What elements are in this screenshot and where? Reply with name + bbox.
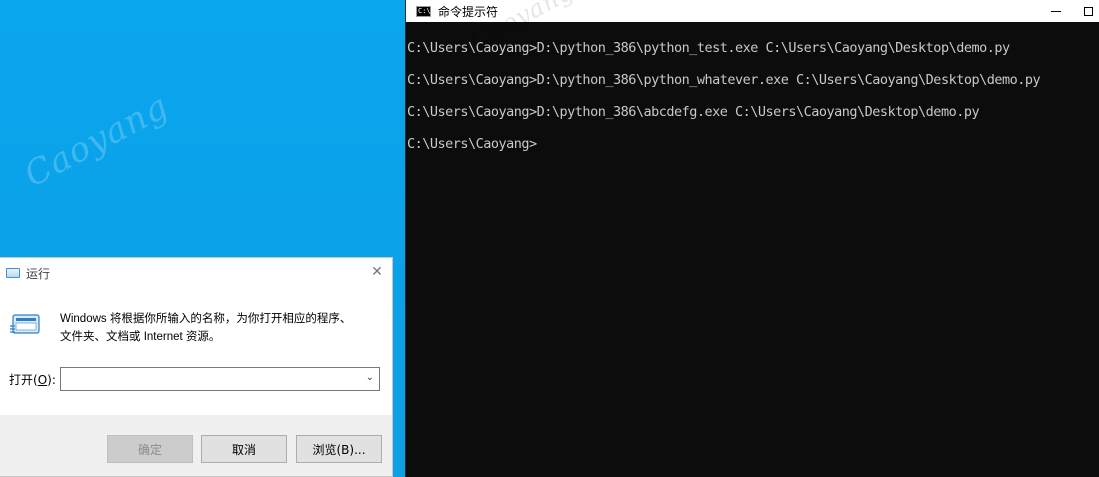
description-line: Windows 将根据你所输入的名称，为你打开相应的程序、 — [60, 313, 352, 325]
run-dialog[interactable]: 运行 ✕ Windows 将根据你所输入的名称，为你打开相应的程序、 文件夹、文… — [0, 257, 393, 477]
cmd-output[interactable]: C:\Users\Caoyang>D:\python_386\python_te… — [406, 22, 1099, 164]
cancel-button[interactable]: 取消 — [201, 435, 287, 463]
run-icon — [6, 268, 20, 278]
cmd-line: C:\Users\Caoyang>D:\python_386\python_wh… — [407, 72, 1041, 88]
run-title: 运行 — [26, 266, 51, 281]
close-icon[interactable]: ✕ — [370, 265, 384, 279]
watermark: Caoyang — [18, 86, 176, 196]
open-label: 打开(O): — [9, 371, 56, 388]
open-label-accesskey: O — [37, 373, 48, 387]
run-titlebar[interactable]: 运行 ✕ — [0, 258, 392, 288]
open-combobox[interactable]: ⌄ — [60, 367, 380, 391]
ok-button[interactable]: 确定 — [107, 435, 193, 463]
cmd-titlebar[interactable]: C:\ 命令提示符 Caoyang — [406, 0, 1099, 55]
run-description: Windows 将根据你所输入的名称，为你打开相应的程序、 文件夹、文档或 In… — [60, 310, 385, 346]
open-input[interactable] — [65, 369, 359, 391]
cmd-prompt-line[interactable]: C:\Users\Caoyang> — [407, 132, 1099, 164]
chevron-down-icon[interactable]: ⌄ — [366, 372, 374, 383]
open-label-prefix: 打开( — [9, 373, 38, 387]
description-line: 文件夹、文档或 Internet 资源。 — [60, 331, 221, 343]
maximize-button[interactable] — [1068, 0, 1099, 22]
browse-button[interactable]: 浏览(B)... — [296, 435, 382, 463]
cmd-icon: C:\ — [416, 5, 431, 17]
cmd-line: C:\Users\Caoyang>D:\python_386\python_te… — [407, 40, 1010, 56]
minimize-icon — [1051, 10, 1061, 12]
run-footer: 确定 取消 浏览(B)... — [0, 415, 392, 476]
cmd-title: 命令提示符 — [438, 4, 499, 19]
cmd-line: C:\Users\Caoyang>D:\python_386\abcdefg.e… — [407, 104, 980, 120]
open-label-suffix: ): — [47, 373, 56, 387]
run-app-icon — [10, 314, 40, 334]
maximize-icon — [1083, 6, 1093, 16]
command-prompt-window[interactable]: C:\ 命令提示符 Caoyang C:\Users\Caoyang>D:\py… — [405, 0, 1099, 477]
